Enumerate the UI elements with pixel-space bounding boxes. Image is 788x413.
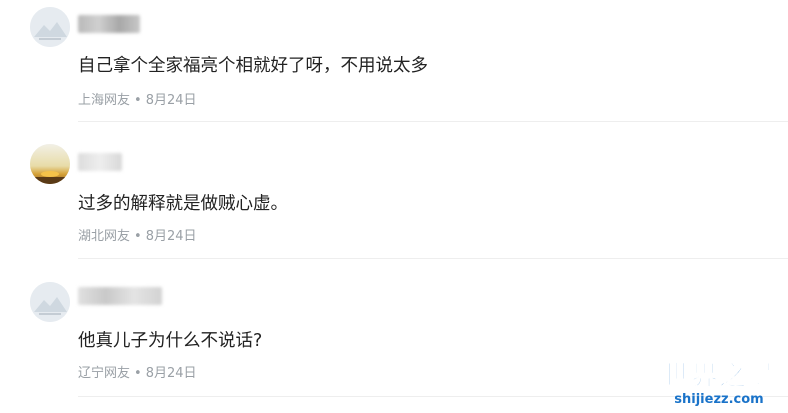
comment-location: 上海网友 <box>78 93 131 108</box>
comment-text: 他真儿子为什么不说话? <box>78 331 263 351</box>
avatar[interactable] <box>30 282 70 322</box>
sunset-avatar-icon <box>30 144 70 184</box>
comment-date: 8月24日 <box>145 229 197 244</box>
meta-separator: • <box>134 93 142 108</box>
default-avatar-icon <box>30 7 70 47</box>
username-blurred[interactable] <box>78 287 162 305</box>
comment-meta: 湖北网友 • 8月24日 <box>78 225 197 244</box>
comment-location: 湖北网友 <box>78 229 131 244</box>
username-blurred[interactable] <box>78 15 140 33</box>
default-avatar-icon <box>30 282 70 322</box>
divider <box>78 258 788 259</box>
comment-date: 8月24日 <box>145 366 197 381</box>
comment-date: 8月24日 <box>145 93 197 108</box>
comment-text: 过多的解释就是做贼心虚。 <box>78 194 288 214</box>
avatar[interactable] <box>30 144 70 184</box>
meta-separator: • <box>134 229 142 244</box>
comment-text: 自己拿个全家福亮个相就好了呀，不用说太多 <box>78 56 428 76</box>
divider <box>78 121 788 122</box>
avatar[interactable] <box>30 7 70 47</box>
watermark-url: shijiezz.com <box>674 392 764 407</box>
watermark-title: 世界之最 <box>663 361 775 392</box>
comment-location: 辽宁网友 <box>78 366 131 381</box>
comment-meta: 辽宁网友 • 8月24日 <box>78 362 197 381</box>
meta-separator: • <box>134 366 142 381</box>
username-blurred[interactable] <box>78 153 122 171</box>
site-watermark: 世界之最 shijiezz.com <box>658 361 780 407</box>
comment-meta: 上海网友 • 8月24日 <box>78 89 197 108</box>
